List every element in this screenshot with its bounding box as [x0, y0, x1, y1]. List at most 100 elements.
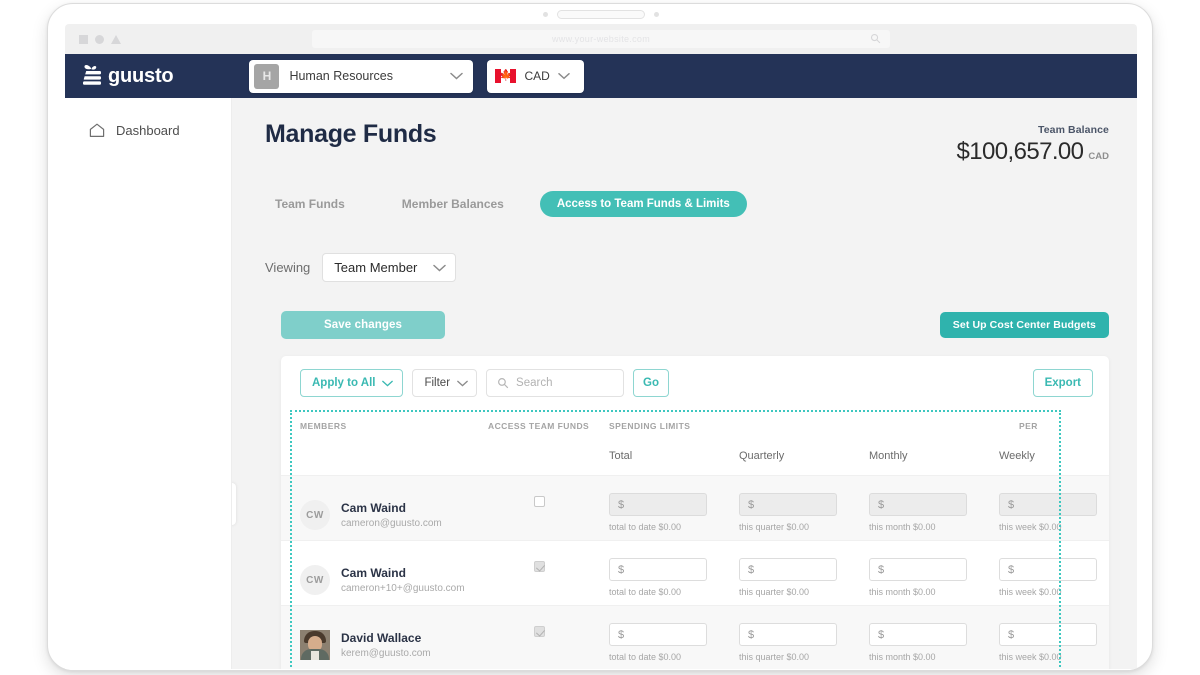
window-circle-icon[interactable] — [95, 34, 104, 44]
limit-quarterly-note: this quarter $0.00 — [739, 522, 810, 532]
address-bar[interactable]: www.your-website.com — [312, 30, 890, 48]
column-header-members: MEMBERS — [300, 421, 347, 431]
subheader-weekly: Weekly — [999, 450, 1035, 462]
guusto-logo[interactable]: guusto — [81, 63, 174, 89]
member-email: cameron@guusto.com — [341, 518, 442, 529]
tab-team-funds[interactable]: Team Funds — [265, 191, 355, 217]
limit-weekly-note: this week $0.00 — [999, 587, 1062, 597]
app-body: Dashboard Manage Funds Team Balance $100… — [65, 98, 1137, 669]
limit-monthly-input[interactable]: $ — [869, 493, 967, 516]
viewing-select[interactable]: Team Member — [322, 253, 457, 282]
guusto-logo-icon — [82, 65, 101, 85]
page-title: Manage Funds — [265, 120, 437, 148]
table-header-sub: Total Quarterly Monthly Weekly — [281, 431, 1109, 475]
limit-weekly-input[interactable]: $ — [999, 558, 1097, 581]
subheader-quarterly: Quarterly — [739, 450, 785, 462]
organization-selector[interactable]: H Human Resources — [249, 59, 474, 93]
sidebar-item-dashboard[interactable]: Dashboard — [65, 117, 231, 144]
content-area: Manage Funds Team Balance $100,657.00 CA… — [232, 98, 1137, 669]
chevron-down-icon — [382, 380, 394, 387]
limit-total-input[interactable]: $ — [609, 493, 707, 516]
team-balance-label: Team Balance — [1037, 124, 1109, 136]
currency-code: CAD — [524, 69, 550, 83]
tab-bar: Team Funds Member Balances Access to Tea… — [232, 166, 1137, 217]
limit-weekly-note: this week $0.00 — [999, 522, 1062, 532]
viewing-select-value: Team Member — [334, 260, 418, 275]
members-table-card: Apply to All Filter Search Go Export MEM… — [281, 356, 1109, 669]
device-camera-notch — [48, 4, 1152, 25]
save-changes-button[interactable]: Save changes — [281, 311, 445, 339]
window-square-icon[interactable] — [79, 34, 88, 44]
table-header-top: MEMBERS ACCESS TEAM FUNDS SPENDING LIMIT… — [281, 410, 1109, 431]
access-cell — [488, 541, 609, 605]
set-up-cost-center-budgets-button[interactable]: Set Up Cost Center Budgets — [939, 312, 1109, 338]
subheader-monthly: Monthly — [869, 450, 908, 462]
limit-weekly-input[interactable]: $ — [999, 623, 1097, 646]
limit-quarterly-input[interactable]: $ — [739, 623, 837, 646]
limit-total-cell: $ total to date $0.00 — [609, 476, 739, 540]
limit-monthly-note: this month $0.00 — [869, 522, 936, 532]
search-icon — [870, 33, 881, 44]
viewing-row: Viewing Team Member — [232, 217, 1137, 282]
viewing-label: Viewing — [265, 260, 311, 275]
limit-weekly-cell: $ this week $0.00 — [999, 476, 1109, 540]
speaker-bar — [557, 10, 645, 19]
page-header: Manage Funds Team Balance $100,657.00 CA… — [232, 98, 1137, 166]
limit-quarterly-cell: $ this quarter $0.00 — [739, 606, 869, 669]
member-name: Cam Waind — [341, 566, 406, 580]
chevron-down-icon — [558, 73, 570, 80]
member-cell: David Wallace kerem@guusto.com — [281, 606, 488, 669]
column-header-per: PER — [1019, 421, 1038, 431]
table-row[interactable]: David Wallace kerem@guusto.com $ total t… — [281, 605, 1109, 669]
currency-selector[interactable]: 🍁 CAD — [487, 59, 585, 93]
access-team-funds-checkbox[interactable] — [534, 561, 545, 572]
limit-weekly-cell: $ this week $0.00 — [999, 606, 1109, 669]
filter-dropdown[interactable]: Filter — [412, 369, 478, 397]
access-cell — [488, 476, 609, 540]
browser-window: www.your-website.com guusto H Human Reso… — [65, 24, 1137, 670]
search-input[interactable]: Search — [486, 369, 625, 397]
limit-total-input[interactable]: $ — [609, 623, 707, 646]
action-row: Save changes Set Up Cost Center Budgets — [232, 282, 1137, 339]
limit-total-input[interactable]: $ — [609, 558, 707, 581]
camera-dot-left — [543, 12, 548, 17]
sidebar-drag-handle[interactable] — [232, 483, 236, 525]
member-cell: CW Cam Waind cameron@guusto.com — [281, 476, 488, 540]
sidebar-item-label: Dashboard — [116, 123, 180, 138]
column-header-spending-limits: SPENDING LIMITS — [609, 421, 691, 431]
limit-monthly-input[interactable]: $ — [869, 623, 967, 646]
limit-weekly-cell: $ this week $0.00 — [999, 541, 1109, 605]
limit-monthly-input[interactable]: $ — [869, 558, 967, 581]
limit-total-cell: $ total to date $0.00 — [609, 606, 739, 669]
limit-monthly-cell: $ this month $0.00 — [869, 541, 999, 605]
member-cell: CW Cam Waind cameron+10+@guusto.com — [281, 541, 488, 605]
window-controls[interactable] — [79, 34, 121, 44]
canada-flag-icon: 🍁 — [495, 69, 517, 83]
table-row[interactable]: CW Cam Waind cameron+10+@guusto.com $ to… — [281, 540, 1109, 605]
chevron-down-icon — [433, 264, 447, 272]
sidebar: Dashboard — [65, 98, 232, 669]
column-header-access-team-funds: ACCESS TEAM FUNDS — [488, 421, 590, 431]
chevron-down-icon — [450, 72, 464, 80]
limit-weekly-note: this week $0.00 — [999, 652, 1062, 662]
limit-quarterly-input[interactable]: $ — [739, 558, 837, 581]
subheader-total: Total — [609, 450, 633, 462]
table-row[interactable]: CW Cam Waind cameron@guusto.com $ total … — [281, 475, 1109, 540]
go-button[interactable]: Go — [633, 369, 670, 397]
window-triangle-icon[interactable] — [111, 34, 121, 44]
member-email: cameron+10+@guusto.com — [341, 583, 465, 594]
apply-to-all-dropdown[interactable]: Apply to All — [300, 369, 404, 397]
member-name: Cam Waind — [341, 501, 406, 515]
avatar — [300, 630, 330, 660]
device-frame: www.your-website.com guusto H Human Reso… — [47, 3, 1153, 671]
access-team-funds-checkbox[interactable] — [534, 496, 545, 507]
limit-total-note: total to date $0.00 — [609, 522, 682, 532]
export-button[interactable]: Export — [1032, 369, 1093, 397]
tab-access-to-team-funds-and-limits[interactable]: Access to Team Funds & Limits — [539, 191, 747, 217]
limit-quarterly-input[interactable]: $ — [739, 493, 837, 516]
tab-member-balances[interactable]: Member Balances — [392, 191, 514, 217]
access-team-funds-checkbox[interactable] — [534, 626, 545, 637]
search-placeholder: Search — [516, 377, 553, 389]
limit-weekly-input[interactable]: $ — [999, 493, 1097, 516]
member-name: David Wallace — [341, 631, 422, 645]
